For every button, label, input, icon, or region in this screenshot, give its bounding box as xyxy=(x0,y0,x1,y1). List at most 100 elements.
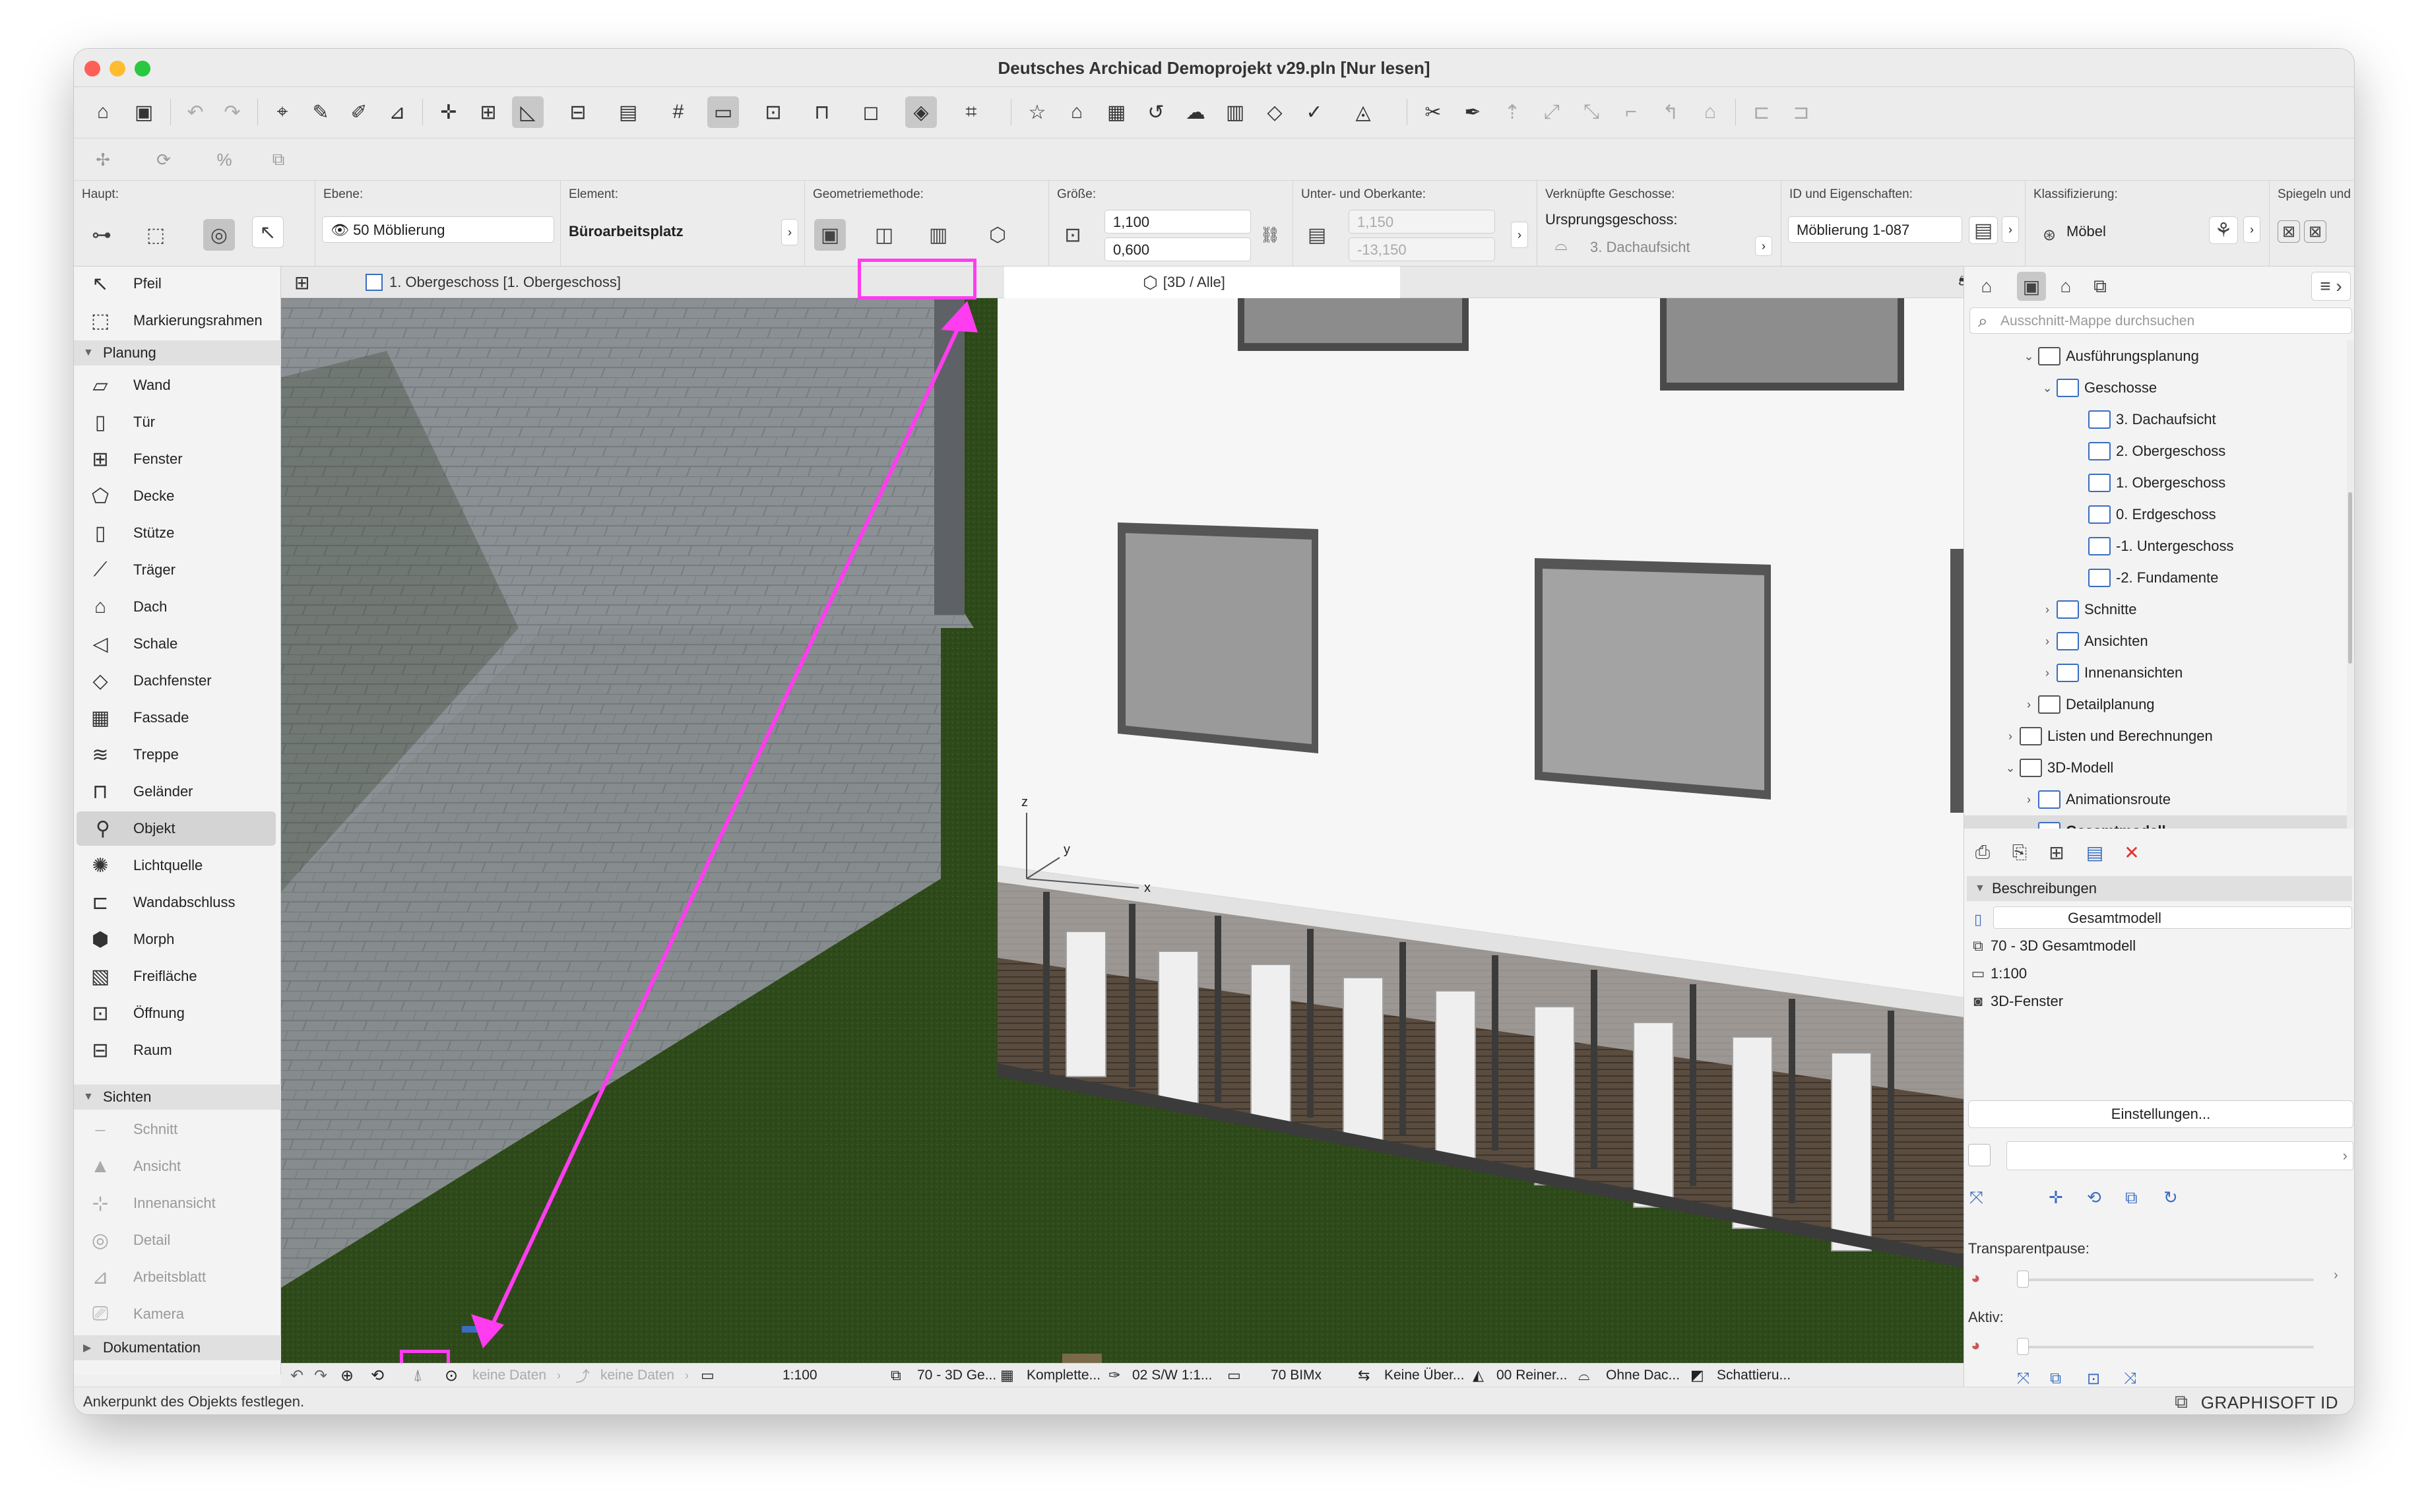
lock-icon[interactable]: ⊓ xyxy=(806,96,838,128)
model-view-value[interactable]: Komplette... xyxy=(1027,1366,1101,1385)
adjust-icon[interactable]: ✒ xyxy=(1457,96,1488,128)
undo-icon[interactable]: ↶ xyxy=(179,96,211,128)
disclosure-chevron-icon[interactable]: › xyxy=(2038,603,2057,617)
schedule-icon[interactable]: ▥ xyxy=(1219,96,1251,128)
dimension-icon[interactable]: ⊡ xyxy=(757,96,789,128)
offset-icon[interactable]: ⌂ xyxy=(1694,96,1726,128)
bottom-tool-1-icon[interactable]: ⤧ xyxy=(2017,1370,2029,1388)
view-data-2[interactable]: keine Daten xyxy=(600,1366,674,1385)
find-select-icon[interactable]: ⌖ xyxy=(267,96,298,128)
graphisoft-id[interactable]: GRAPHISOFT ID xyxy=(2201,1393,2338,1413)
view-map-search[interactable]: ⌕ Ausschnitt-Mappe durchsuchen xyxy=(1969,307,2352,334)
delete-icon[interactable]: ✕ xyxy=(2117,838,2146,867)
geometry-wall-icon[interactable]: ▥ xyxy=(922,219,954,251)
mirror-x-icon[interactable]: ⊠ xyxy=(2278,220,2300,243)
profile-icon[interactable]: ◬ xyxy=(1347,96,1379,128)
percent-icon[interactable]: % xyxy=(208,144,240,175)
tree-node[interactable]: › Schnitte xyxy=(1964,594,2347,625)
view-data-1[interactable]: keine Daten xyxy=(472,1366,546,1385)
scale-value[interactable]: 1:100 xyxy=(783,1366,817,1385)
layout-icon[interactable]: ▤ xyxy=(612,96,644,128)
tool-lichtquelle[interactable]: ✺ Lichtquelle xyxy=(74,848,278,883)
undo-zoom-icon[interactable]: ↶ xyxy=(290,1366,304,1385)
tool-dachfenster[interactable]: ◇ Dachfenster xyxy=(74,664,278,698)
tool-detail[interactable]: ◎ Detail xyxy=(74,1223,278,1257)
layout-book-icon[interactable]: ⌂ xyxy=(2051,272,2080,301)
layer-combo-value[interactable]: 70 - 3D Ge... xyxy=(917,1366,996,1385)
home-icon[interactable]: ⌂ xyxy=(87,96,119,128)
element-more-button[interactable]: › xyxy=(781,219,798,245)
classification-value[interactable]: Möbel xyxy=(2066,223,2106,240)
rotate-icon[interactable]: ⟳ xyxy=(148,144,179,175)
tree-node[interactable]: › Animationsroute xyxy=(1964,784,2347,815)
tree-node[interactable]: › Ansichten xyxy=(1964,625,2347,657)
bimx-value[interactable]: 70 BIMx xyxy=(1271,1366,1322,1385)
tree-node[interactable]: -1. Untergeschoss xyxy=(1964,530,2347,562)
tool-geländer[interactable]: ⊓ Geländer xyxy=(74,774,278,809)
disclosure-chevron-icon[interactable]: › xyxy=(2001,730,2020,743)
intersect-icon[interactable]: ⤡ xyxy=(1576,96,1607,128)
tool-tür[interactable]: ▯ Tür xyxy=(74,405,278,439)
distribute-icon[interactable]: ⊐ xyxy=(1785,96,1817,128)
element-id-input[interactable]: Möblierung 1-087 xyxy=(1788,216,1962,243)
tool-dach[interactable]: ⌂ Dach xyxy=(74,590,278,624)
structure-value[interactable]: Ohne Dac... xyxy=(1606,1366,1680,1385)
tool-markierungsrahmen[interactable]: ⬚ Markierungsrahmen xyxy=(74,303,278,338)
overlay-tool-2-icon[interactable]: ✛ xyxy=(2049,1187,2063,1208)
beschreibungen-header[interactable]: ▼ Beschreibungen xyxy=(1967,876,2352,901)
tab-overview-icon[interactable]: ⊞ xyxy=(286,267,319,298)
tool-träger[interactable]: ⟋ Träger xyxy=(74,553,278,587)
settings-button[interactable]: Einstellungen... xyxy=(1968,1100,2353,1128)
disclosure-chevron-icon[interactable]: ⌄ xyxy=(2038,381,2057,395)
properties-view-icon[interactable]: ▤ xyxy=(2080,838,2109,867)
anchor-point-icon[interactable]: ⍋ xyxy=(413,1366,422,1385)
split-icon[interactable]: ✂ xyxy=(1417,96,1449,128)
view-name-input[interactable]: Gesamtmodell xyxy=(1993,906,2352,929)
pen-set-value[interactable]: 02 S/W 1:1... xyxy=(1132,1366,1212,1385)
transparency-slider-knob[interactable] xyxy=(2017,1271,2029,1288)
navigator-menu-icon[interactable]: ≡ › xyxy=(2311,272,2351,301)
check-icon[interactable]: ✓ xyxy=(1298,96,1330,128)
tool-pfeil[interactable]: ↖ Pfeil xyxy=(74,267,278,301)
align-icon[interactable]: ⊏ xyxy=(1746,96,1777,128)
orbit-icon[interactable]: ↺ xyxy=(1140,96,1172,128)
tree-node[interactable]: 2. Obergeschoss xyxy=(1964,435,2347,467)
geometry-slab-icon[interactable]: ◫ xyxy=(868,219,900,251)
surface-icon[interactable]: ◻ xyxy=(855,96,887,128)
3d-viewport[interactable]: z y x xyxy=(281,298,1964,1363)
tool-raum[interactable]: ⊟ Raum xyxy=(74,1033,278,1067)
disclosure-chevron-icon[interactable]: ⌄ xyxy=(2001,761,2020,775)
tool-arbeitsblatt[interactable]: ⊿ Arbeitsblatt xyxy=(74,1260,278,1294)
group-planung[interactable]: ▼ Planung xyxy=(74,340,281,365)
grid-snap-icon[interactable]: ⊞ xyxy=(472,96,504,128)
home-story-more-button[interactable]: › xyxy=(1755,236,1772,256)
overlay-tool-3-icon[interactable]: ⟲ xyxy=(2087,1187,2101,1208)
project-map-icon[interactable]: ⌂ xyxy=(1972,272,2001,301)
disclosure-chevron-icon[interactable]: › xyxy=(2038,635,2057,648)
properties-icon[interactable]: ▤ xyxy=(1969,216,1998,244)
tool-fassade[interactable]: ▦ Fassade xyxy=(74,701,278,735)
resize-icon[interactable]: ⤢ xyxy=(1536,96,1568,128)
tree-node[interactable]: ⌄ Geschosse xyxy=(1964,372,2347,404)
tool-freifläche[interactable]: ▧ Freifläche xyxy=(74,959,278,993)
color-wheel-icon[interactable]: ◕ xyxy=(1971,1337,1981,1355)
redo-zoom-icon[interactable]: ↷ xyxy=(314,1366,327,1385)
group-dokumentation[interactable]: ▶ Dokumentation xyxy=(74,1335,281,1360)
bottom-tool-3-icon[interactable]: ⊡ xyxy=(2087,1370,2100,1389)
id-more-button[interactable]: › xyxy=(2002,216,2019,243)
grid-icon[interactable]: # xyxy=(662,96,694,128)
geometry-method-icon[interactable]: ⊶ xyxy=(86,219,117,251)
tree-node[interactable]: -2. Fundamente xyxy=(1964,562,2347,594)
tool-wand[interactable]: ▱ Wand xyxy=(74,368,278,402)
view-map-icon[interactable]: ▣ xyxy=(2017,272,2046,301)
disclosure-chevron-icon[interactable]: › xyxy=(2020,793,2038,807)
chain-link-icon[interactable]: ⛓ xyxy=(1260,222,1280,248)
publisher-icon[interactable]: ⧉ xyxy=(2086,272,2115,301)
tree-node[interactable]: › Listen und Berechnungen xyxy=(1964,720,2347,752)
classification-more-button[interactable]: › xyxy=(2243,216,2260,243)
layout-book-icon[interactable]: ▦ xyxy=(1101,96,1132,128)
tree-node[interactable]: 1. Obergeschoss xyxy=(1964,467,2347,499)
window-icon[interactable]: ⧉ xyxy=(2175,1391,2188,1413)
tree-node[interactable]: ⌄ Ausführungsplanung xyxy=(1964,340,2347,372)
color-wheel-icon[interactable]: ◕ xyxy=(1971,1269,1981,1288)
